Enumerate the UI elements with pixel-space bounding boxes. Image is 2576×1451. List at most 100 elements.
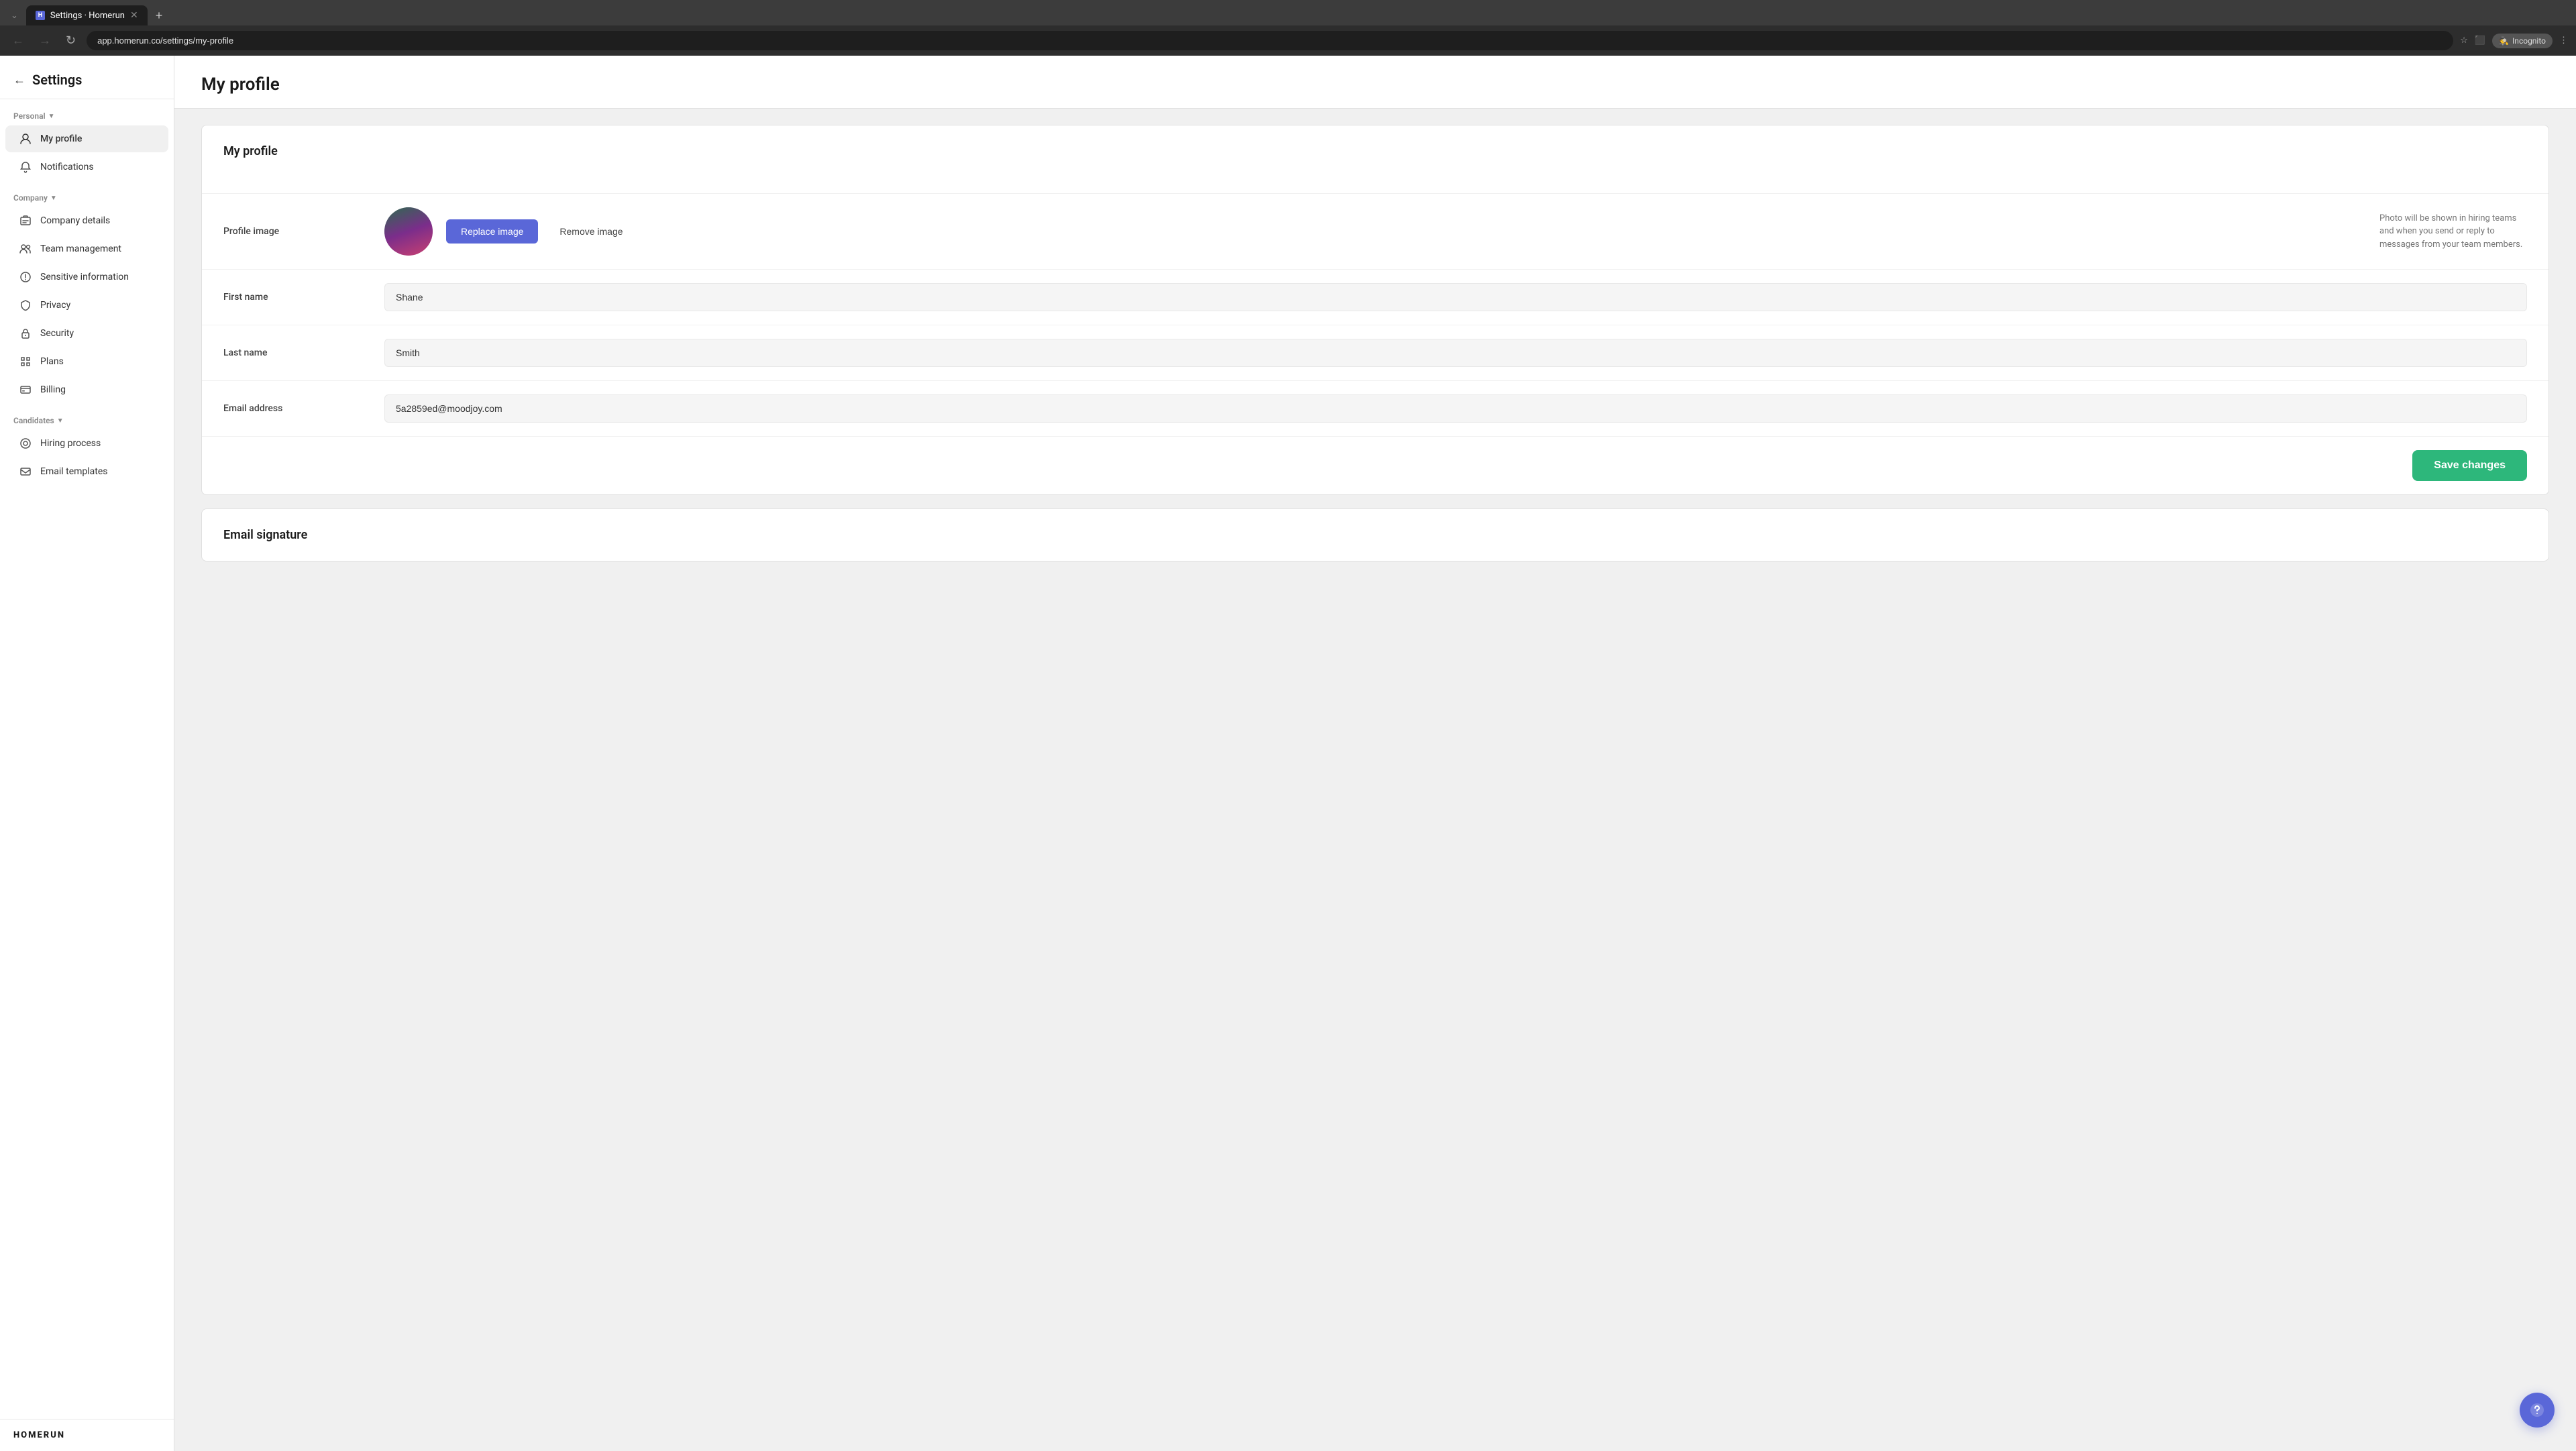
address-bar[interactable] — [87, 31, 2453, 50]
sidebar-item-notifications[interactable]: Notifications — [5, 154, 168, 180]
tab-close-button[interactable]: ✕ — [130, 10, 138, 21]
sidebar-logo: HOMERUN — [0, 1419, 174, 1451]
last-name-control — [384, 339, 2527, 367]
incognito-icon: 🕵 — [2499, 36, 2509, 46]
candidates-dropdown-arrow[interactable]: ▼ — [57, 417, 64, 425]
save-button-row: Save changes — [202, 437, 2548, 494]
card-section-title: My profile — [223, 144, 2527, 158]
email-input[interactable] — [384, 394, 2527, 423]
notifications-label: Notifications — [40, 162, 94, 172]
email-signature-section: Email signature — [202, 509, 2548, 561]
last-name-input[interactable] — [384, 339, 2527, 367]
menu-icon[interactable]: ⋮ — [2559, 36, 2568, 46]
security-icon — [19, 327, 32, 340]
sidebar-item-security[interactable]: Security — [5, 320, 168, 347]
billing-label: Billing — [40, 384, 66, 395]
email-templates-label: Email templates — [40, 466, 108, 477]
last-name-row: Last name — [202, 325, 2548, 381]
tab-nav-arrows[interactable]: ⌄ — [5, 8, 23, 23]
sidebar-item-my-profile[interactable]: My profile — [5, 125, 168, 152]
homerun-logo-text: HOMERUN — [13, 1430, 160, 1440]
security-label: Security — [40, 328, 74, 339]
my-profile-icon — [19, 132, 32, 146]
profile-image-inner: Replace image Remove image Photo will be… — [384, 207, 2527, 256]
email-row: Email address — [202, 381, 2548, 437]
page-title: My profile — [201, 74, 2549, 95]
help-fab[interactable] — [2520, 1393, 2555, 1428]
plans-icon — [19, 355, 32, 368]
sidebar-toggle-icon[interactable]: ⬛ — [2475, 36, 2485, 46]
company-details-label: Company details — [40, 215, 110, 226]
billing-icon — [19, 383, 32, 396]
sidebar-item-sensitive-information[interactable]: Sensitive information — [5, 264, 168, 290]
bookmark-icon[interactable]: ☆ — [2460, 36, 2468, 46]
sidebar-item-hiring-process[interactable]: Hiring process — [5, 430, 168, 457]
candidates-section-label: Candidates ▼ — [0, 404, 174, 429]
sidebar-header: ← Settings — [0, 56, 174, 99]
email-label: Email address — [223, 403, 384, 414]
email-control — [384, 394, 2527, 423]
profile-image-hint: Photo will be shown in hiring teams and … — [2379, 212, 2527, 252]
sensitive-information-icon — [19, 270, 32, 284]
replace-image-button[interactable]: Replace image — [446, 219, 538, 244]
personal-section-label: Personal ▼ — [0, 99, 174, 125]
sensitive-information-label: Sensitive information — [40, 272, 129, 282]
sidebar-item-privacy[interactable]: Privacy — [5, 292, 168, 319]
forward-button[interactable]: → — [35, 31, 55, 50]
profile-image-row: Profile image Replace image Remove image… — [202, 194, 2548, 270]
incognito-label: Incognito — [2512, 36, 2546, 46]
first-name-row: First name — [202, 270, 2548, 325]
back-button[interactable]: ← — [8, 31, 28, 50]
notifications-icon — [19, 160, 32, 174]
email-signature-card: Email signature — [201, 508, 2549, 561]
settings-title: Settings — [32, 72, 82, 88]
first-name-label: First name — [223, 292, 384, 303]
email-templates-icon — [19, 465, 32, 478]
sidebar: ← Settings Personal ▼ My profile — [0, 56, 174, 1451]
remove-image-button[interactable]: Remove image — [551, 219, 631, 244]
avatar — [384, 207, 433, 256]
hiring-process-icon — [19, 437, 32, 450]
sidebar-item-billing[interactable]: Billing — [5, 376, 168, 403]
page-header: My profile — [174, 56, 2576, 109]
plans-label: Plans — [40, 356, 64, 367]
hiring-process-label: Hiring process — [40, 438, 101, 449]
team-management-icon — [19, 242, 32, 256]
last-name-label: Last name — [223, 347, 384, 358]
privacy-icon — [19, 299, 32, 312]
save-changes-button[interactable]: Save changes — [2412, 450, 2527, 481]
avatar-image — [384, 207, 433, 256]
incognito-badge: 🕵 Incognito — [2492, 34, 2553, 48]
active-tab[interactable]: H Settings · Homerun ✕ — [26, 5, 148, 25]
reload-button[interactable]: ↻ — [62, 31, 80, 50]
company-section-label: Company ▼ — [0, 181, 174, 207]
content-area: My profile Profile image Replace image R… — [174, 109, 2576, 591]
my-profile-card: My profile Profile image Replace image R… — [201, 125, 2549, 495]
profile-image-label: Profile image — [223, 226, 384, 237]
my-profile-label: My profile — [40, 133, 82, 144]
tab-label: Settings · Homerun — [50, 11, 125, 21]
email-signature-title: Email signature — [223, 528, 2527, 542]
app-container: ← Settings Personal ▼ My profile — [0, 56, 2576, 1451]
tab-favicon: H — [36, 11, 45, 20]
personal-dropdown-arrow[interactable]: ▼ — [48, 113, 55, 120]
new-tab-button[interactable]: + — [150, 6, 168, 25]
sidebar-item-team-management[interactable]: Team management — [5, 235, 168, 262]
back-arrow-icon[interactable]: ← — [13, 73, 25, 87]
profile-image-control: Replace image Remove image Photo will be… — [384, 207, 2527, 256]
tab-bar: ⌄ H Settings · Homerun ✕ + — [0, 0, 2576, 25]
sidebar-item-plans[interactable]: Plans — [5, 348, 168, 375]
company-dropdown-arrow[interactable]: ▼ — [50, 195, 57, 202]
main-content: My profile My profile Profile image — [174, 56, 2576, 1451]
sidebar-item-email-templates[interactable]: Email templates — [5, 458, 168, 485]
card-header-section: My profile — [202, 125, 2548, 194]
sidebar-item-company-details[interactable]: Company details — [5, 207, 168, 234]
first-name-control — [384, 283, 2527, 311]
browser-toolbar: ← → ↻ ☆ ⬛ 🕵 Incognito ⋮ — [0, 25, 2576, 56]
browser-chrome: ⌄ H Settings · Homerun ✕ + ← → ↻ ☆ ⬛ 🕵 I… — [0, 0, 2576, 56]
first-name-input[interactable] — [384, 283, 2527, 311]
privacy-label: Privacy — [40, 300, 70, 311]
toolbar-right: ☆ ⬛ 🕵 Incognito ⋮ — [2460, 34, 2568, 48]
company-details-icon — [19, 214, 32, 227]
team-management-label: Team management — [40, 244, 121, 254]
